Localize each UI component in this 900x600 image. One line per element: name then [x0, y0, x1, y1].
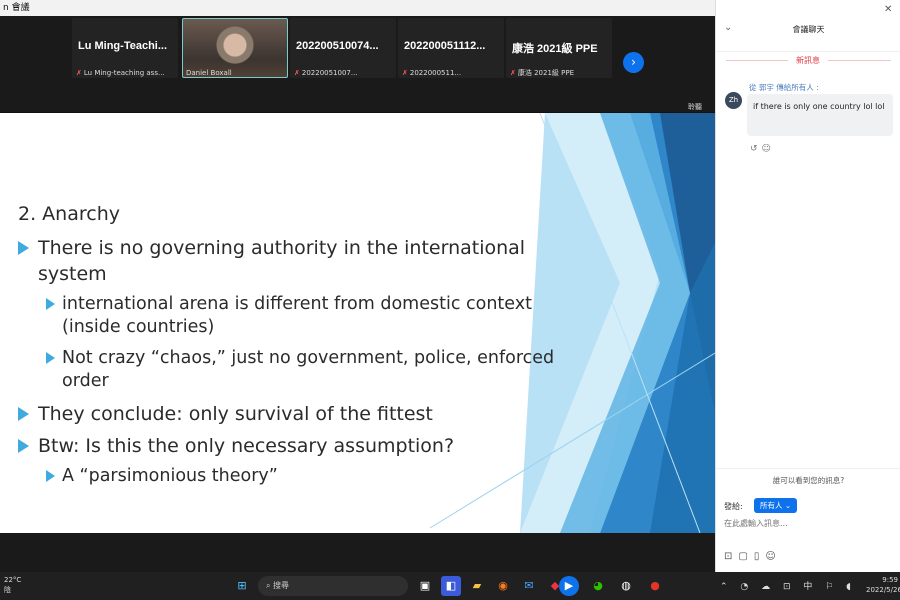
- participant-label: Daniel Boxall: [186, 69, 232, 77]
- folder-icon[interactable]: ▰: [467, 576, 487, 596]
- system-tray[interactable]: ⌃ ◔ ☁ ⊡ 中 ⚐ ◖: [720, 579, 856, 592]
- app-window: n 會議 Lu Ming-Teachi... ✗ Lu Ming-teaching…: [0, 0, 900, 572]
- participant-name: Lu Ming-Teachi...: [78, 40, 168, 52]
- participant-tile[interactable]: 202200051112... ✗ 2022000511...: [398, 18, 504, 78]
- shared-slide: 2. Anarchy There is no governing authori…: [0, 113, 715, 533]
- view-label: 聆聽: [688, 103, 702, 111]
- slide-text: 2. Anarchy There is no governing authori…: [18, 203, 578, 496]
- app-icon[interactable]: ◍: [616, 576, 636, 596]
- who-can-see-link[interactable]: 誰可以看到您的訊息?: [716, 475, 900, 486]
- window-title: n 會議: [0, 0, 715, 16]
- chat-header: ✕ ⌄ 會議聊天: [716, 0, 900, 52]
- send-to-label: 發給:: [724, 502, 743, 511]
- chat-title: 會議聊天: [792, 25, 825, 34]
- attach-icon[interactable]: ▯: [754, 551, 766, 562]
- participant-label: ✗ 20220051007...: [294, 69, 358, 77]
- chat-input[interactable]: [724, 519, 894, 528]
- slide-heading: 2. Anarchy: [18, 203, 120, 225]
- taskbar: 22°C 陰 ⊞ ⌕ 搜尋 ▣ ◧ ▰ ◉ ✉ ◆ ▶ ◕ ◍ ● ⌃ ◔ ☁ …: [0, 572, 900, 600]
- weather-widget[interactable]: 22°C 陰: [4, 575, 21, 595]
- participant-label: ✗ Lu Ming-teaching ass...: [76, 69, 165, 77]
- bullet-triangle-icon: [46, 298, 55, 310]
- screenshot-icon[interactable]: ⊡: [724, 551, 738, 562]
- participant-video-tile[interactable]: Daniel Boxall: [182, 18, 288, 78]
- participant-label: ✗ 2022000511...: [402, 69, 462, 77]
- chat-panel: ✕ ⌄ 會議聊天 新訊息 Zh 從 郭宇 傳給所有人 : if there is…: [715, 0, 900, 572]
- meeting-bottom-bar: [0, 533, 715, 572]
- message-bubble[interactable]: if there is only one country lol lol: [747, 94, 893, 136]
- file-icon[interactable]: ▢: [738, 551, 753, 562]
- chat-footer: 誰可以看到您的訊息? 發給: 所有人 ⌄ ⊡▢▯☺: [716, 468, 900, 572]
- firefox-icon[interactable]: ◉: [493, 576, 513, 596]
- message-actions: ↺☺: [750, 144, 775, 154]
- participant-strip: Lu Ming-Teachi... ✗ Lu Ming-teaching ass.…: [0, 16, 715, 112]
- participant-name: 202200510074...: [296, 40, 379, 52]
- muted-mic-icon: ✗: [402, 69, 408, 77]
- close-icon[interactable]: ✕: [884, 4, 892, 15]
- participant-tile[interactable]: Lu Ming-Teachi... ✗ Lu Ming-teaching ass.…: [72, 18, 178, 78]
- participant-name: 202200051112...: [404, 40, 486, 52]
- bullet-triangle-icon: [18, 407, 29, 421]
- chevron-right-icon: ›: [631, 55, 636, 69]
- muted-mic-icon: ✗: [294, 69, 300, 77]
- bullet-triangle-icon: [46, 352, 55, 364]
- wechat-icon[interactable]: ◕: [588, 576, 608, 596]
- clock[interactable]: 9:59 2022/5/26: [866, 575, 900, 595]
- search-icon: ⌕: [266, 581, 271, 590]
- task-view-icon[interactable]: ▣: [415, 576, 435, 596]
- emoji-icon[interactable]: ☺: [765, 551, 781, 562]
- emoji-icon[interactable]: ☺: [762, 144, 775, 154]
- bullet-level-2: Not crazy “chaos,” just no government, p…: [18, 347, 578, 393]
- participant-tile[interactable]: 202200510074... ✗ 20220051007...: [290, 18, 396, 78]
- mail-icon[interactable]: ✉: [519, 576, 539, 596]
- muted-mic-icon: ✗: [510, 69, 516, 77]
- next-page-button[interactable]: ›: [623, 52, 644, 73]
- chevron-down-icon: ⌄: [784, 501, 792, 510]
- participant-tile[interactable]: 康浩 2021級 PPE ✗ 康浩 2021級 PPE: [506, 18, 612, 78]
- bullet-level-2: international arena is different from do…: [18, 293, 578, 339]
- message-sender: 從 郭宇 傳給所有人 :: [749, 83, 819, 92]
- app-icon[interactable]: ◧: [441, 576, 461, 596]
- bullet-triangle-icon: [18, 241, 29, 255]
- chat-toolbar: ⊡▢▯☺: [724, 551, 782, 562]
- reply-icon[interactable]: ↺: [750, 144, 762, 154]
- start-icon[interactable]: ⊞: [232, 576, 252, 596]
- muted-mic-icon: ✗: [76, 69, 82, 77]
- participant-label: ✗ 康浩 2021級 PPE: [510, 69, 575, 77]
- bullet-level-1: Btw: Is this the only necessary assumpti…: [18, 433, 578, 459]
- bullet-level-1: They conclude: only survival of the fitt…: [18, 401, 578, 427]
- meeting-area: n 會議 Lu Ming-Teachi... ✗ Lu Ming-teaching…: [0, 0, 715, 572]
- bullet-level-1: There is no governing authority in the i…: [18, 235, 578, 287]
- bullet-triangle-icon: [46, 470, 55, 482]
- powerpoint-icon[interactable]: ●: [645, 576, 665, 596]
- bullet-triangle-icon: [18, 439, 29, 453]
- bullet-level-2: A “parsimonious theory”: [18, 465, 578, 488]
- participant-name: 康浩 2021級 PPE: [512, 43, 598, 55]
- avatar: Zh: [725, 92, 742, 109]
- new-messages-label: 新訊息: [788, 55, 828, 66]
- recipient-select[interactable]: 所有人 ⌄: [754, 498, 798, 513]
- taskbar-search[interactable]: ⌕ 搜尋: [258, 576, 408, 596]
- zoom-icon[interactable]: ▶: [559, 576, 579, 596]
